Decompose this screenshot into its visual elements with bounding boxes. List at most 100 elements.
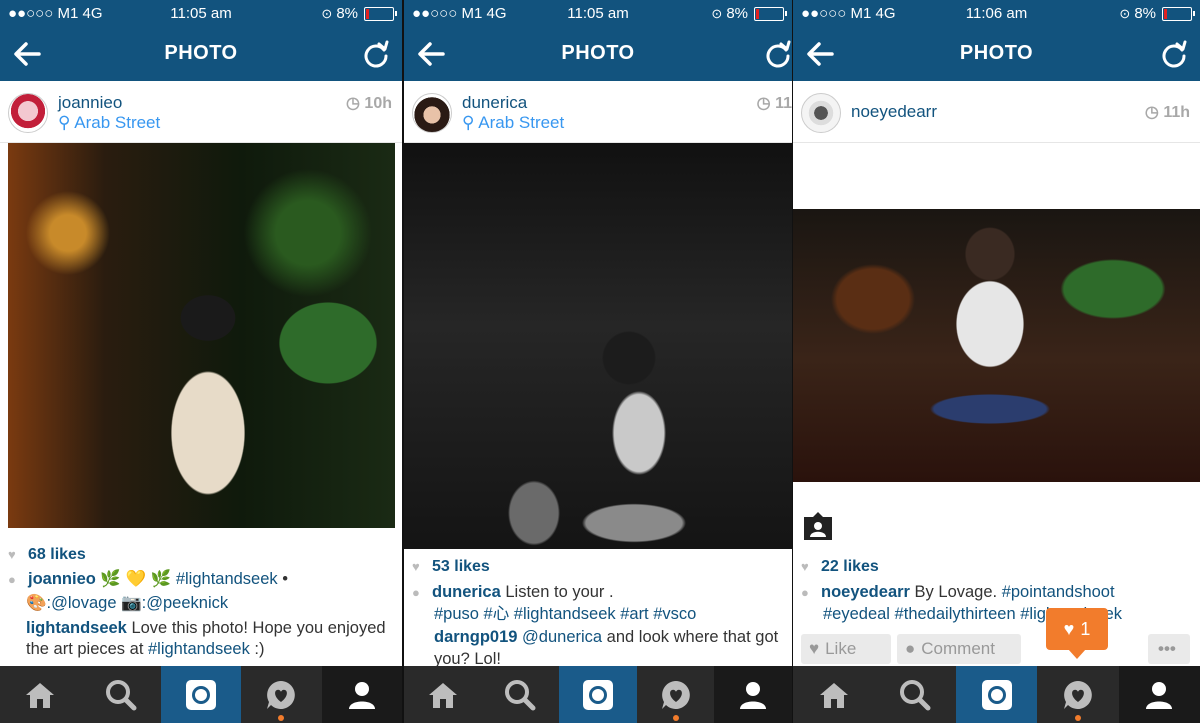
tab-profile[interactable] [714,666,792,723]
battery-indicator: ⊙ 8% [1119,5,1195,22]
post-photo[interactable] [8,143,395,528]
caption-username[interactable]: dunerica [432,583,501,601]
credit-mention-lovage[interactable]: :@lovage [47,594,117,612]
post-time: ◷ 11h [1145,102,1190,122]
comment-username[interactable]: lightandseek [26,619,127,637]
post-location[interactable]: ⚲ Arab Street [462,113,564,133]
avatar[interactable] [412,93,452,133]
clock-icon: ◷ [346,95,365,112]
tab-home[interactable] [0,666,80,723]
likes-count[interactable]: ♥ 22 likes [801,558,879,576]
likes-count[interactable]: ♥ 53 likes [412,558,490,576]
location-pin-icon: ⚲ [462,113,479,132]
post-username[interactable]: dunerica [462,93,527,113]
clock-icon: ◷ [756,95,776,112]
tab-profile[interactable] [1118,666,1200,723]
activity-dot [672,715,679,721]
location-label: Arab Street [74,113,161,132]
caption-text: Listen to your . [500,583,614,601]
battery-indicator: ⊙ 8% [711,5,787,22]
battery-icon [364,6,397,21]
status-bar: ●●○○○ M1 4G 11:05 am ⊙ 8% [404,0,792,27]
more-options-button[interactable]: ••• [1148,634,1190,664]
activity-dot [1074,715,1081,721]
caption-hashtags[interactable]: #puso #心 #lightandseek #art #vsco [434,602,782,626]
battery-percent: 8% [336,5,358,22]
tab-search[interactable] [80,666,160,723]
rotation-lock-icon: ⊙ [1119,5,1131,21]
post-location[interactable]: ⚲ Arab Street [58,113,160,133]
tagged-people-icon[interactable] [802,511,834,541]
search-icon [505,679,536,710]
caption-hashtag[interactable]: #pointandshoot [1002,583,1115,601]
comment-button[interactable]: ● Comment [897,634,1021,664]
tab-camera[interactable] [160,666,242,723]
home-icon [428,682,457,708]
post-header: joannieo ⚲ Arab Street ◷ 10h [0,81,402,143]
caption-hashtag[interactable]: #lightandseek [176,570,278,588]
caption-hashtags[interactable]: #eyedeal #thedailythirteen #lightandseek [823,602,1190,626]
tab-activity[interactable] [637,666,715,723]
home-icon [26,682,55,708]
screens: ●●○○○ M1 4G 11:05 am ⊙ 8% PHOTO joannieo… [0,0,1200,723]
post-time: ◷ 10h [346,93,392,113]
search-icon [900,679,931,710]
comment-hashtag[interactable]: #lightandseek [148,640,250,658]
activity-notification[interactable]: ♥ 1 [1046,608,1108,659]
page-title: PHOTO [959,42,1034,64]
comment: darngp019 @dunerica and look where that … [434,626,782,670]
camera-icon [981,679,1012,710]
post-photo[interactable] [404,143,792,549]
tab-search[interactable] [874,666,955,723]
caption-username[interactable]: noeyedearr [821,583,910,601]
avatar[interactable] [8,93,48,133]
nav-bar: PHOTO [404,27,792,81]
refresh-icon[interactable] [764,40,792,68]
like-button[interactable]: ♥ Like [801,634,891,664]
battery-indicator: ⊙ 8% [321,5,397,22]
screen-dunerica: ●●○○○ M1 4G 11:05 am ⊙ 8% PHOTO dunerica… [404,0,792,723]
caption-bullet: • [277,570,289,588]
tab-activity[interactable] [241,666,321,723]
post-username[interactable]: noeyedearr [851,102,937,122]
tab-bar [793,666,1200,723]
caption-credits: 🎨:@lovage 📷:@peeknick [26,591,392,615]
refresh-icon[interactable] [362,40,390,68]
heart-icon: ♥ [809,639,820,658]
heart-icon: ♥ [8,547,16,562]
caption-username[interactable]: joannieo [28,570,96,588]
post-username[interactable]: joannieo [58,93,122,113]
tab-search[interactable] [482,666,560,723]
likes-count[interactable]: ♥ 68 likes [8,546,86,564]
home-icon [819,682,848,708]
credit-mention-peeknick[interactable]: :@peeknick [142,594,228,612]
tab-profile[interactable] [321,666,402,723]
time-label: 11 [775,95,792,112]
tab-camera[interactable] [559,666,637,723]
post-photo[interactable] [793,209,1200,482]
profile-icon [1146,681,1173,709]
comment-mention[interactable]: @dunerica [517,628,602,646]
likes-label: 22 likes [821,558,879,575]
tab-activity[interactable] [1037,666,1118,723]
location-label: Arab Street [478,113,565,132]
location-pin-icon: ⚲ [58,113,75,132]
profile-icon [348,681,375,709]
tab-bar [404,666,792,723]
tab-camera[interactable] [955,666,1038,723]
post-actions: ♥ Like ● Comment ••• [801,634,1190,664]
screen-joannieo: ●●○○○ M1 4G 11:05 am ⊙ 8% PHOTO joannieo… [0,0,402,723]
heart-icon: ♥ [801,559,809,574]
comment-username[interactable]: darngp019 [434,628,517,646]
notification-count: 1 [1080,618,1091,639]
refresh-icon[interactable] [1160,40,1188,68]
camera-icon [186,679,217,710]
tab-home[interactable] [793,666,874,723]
tab-home[interactable] [404,666,482,723]
page-title: PHOTO [164,42,238,64]
camera-icon [582,679,613,710]
comment-icon: ● [801,585,809,600]
heart-icon: ♥ [1063,618,1075,639]
avatar[interactable] [801,93,841,133]
heart-icon: ♥ [412,559,420,574]
